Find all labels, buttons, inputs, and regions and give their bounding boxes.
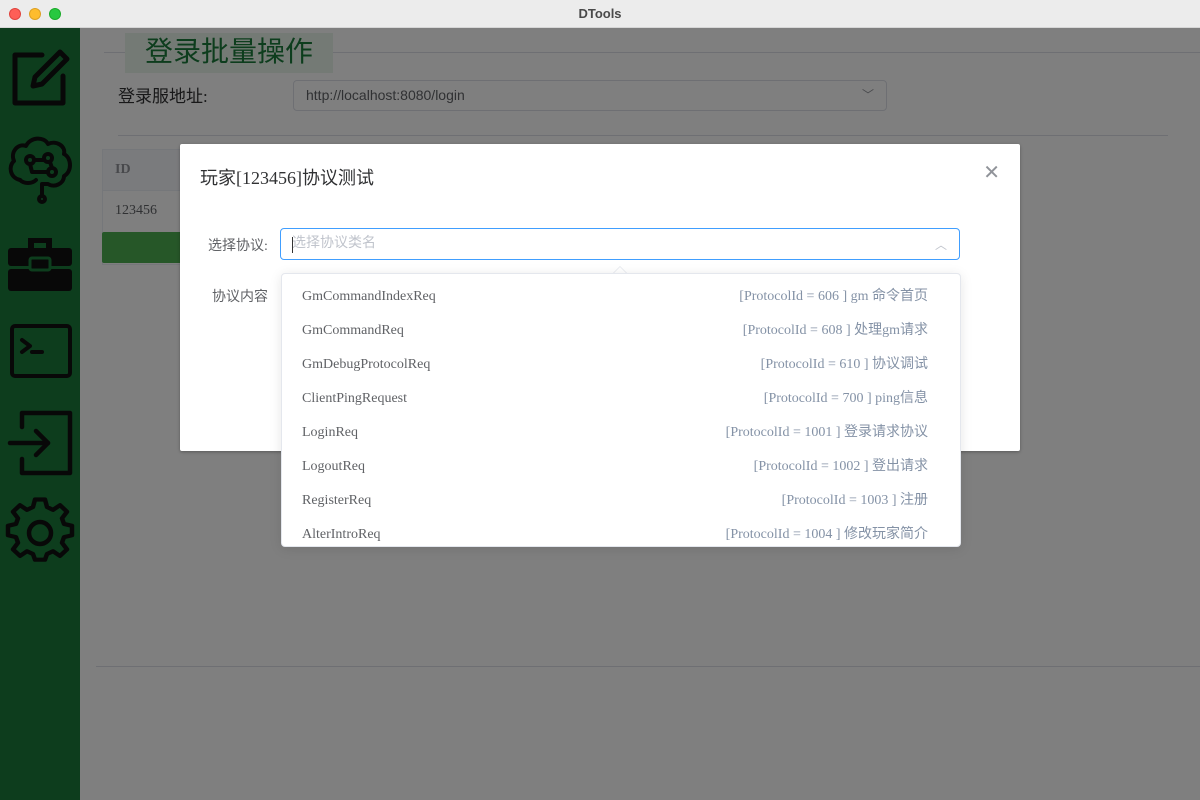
option-name: LogoutReq (302, 459, 365, 474)
option-desc: [ProtocolId = 1004 ] 修改玩家简介 (725, 527, 928, 542)
window-title: DTools (578, 6, 622, 21)
dropdown-option[interactable]: GmCommandIndexReq [ProtocolId = 606 ] gm… (282, 280, 960, 314)
protocol-label: 选择协议: (208, 239, 268, 254)
dropdown-option[interactable]: LoginReq [ProtocolId = 1001 ] 登录请求协议 (282, 416, 960, 450)
option-desc: [ProtocolId = 610 ] 协议调试 (760, 357, 928, 372)
option-name: GmCommandReq (302, 323, 404, 338)
dialog-title: 玩家[123456]协议测试 (200, 168, 374, 188)
option-desc: [ProtocolId = 1003 ] 注册 (781, 493, 928, 508)
text-cursor (292, 237, 293, 253)
dropdown-option[interactable]: RegisterReq [ProtocolId = 1003 ] 注册 (282, 484, 960, 518)
option-desc: [ProtocolId = 606 ] gm 命令首页 (739, 289, 928, 304)
dropdown-option[interactable]: LogoutReq [ProtocolId = 1002 ] 登出请求 (282, 450, 960, 484)
option-desc: [ProtocolId = 608 ] 处理gm请求 (742, 323, 928, 338)
dropdown-option[interactable]: GmDebugProtocolReq [ProtocolId = 610 ] 协… (282, 348, 960, 382)
dropdown-option[interactable]: ClientPingRequest [ProtocolId = 700 ] pi… (282, 382, 960, 416)
option-desc: [ProtocolId = 700 ] ping信息 (763, 391, 928, 406)
title-bar: DTools (0, 0, 1200, 28)
option-name: AlterIntroReq (302, 527, 381, 542)
option-name: GmCommandIndexReq (302, 289, 436, 304)
dropdown-option[interactable]: AlterIntroReq [ProtocolId = 1004 ] 修改玩家简… (282, 518, 960, 546)
protocol-content-label: 协议内容 (212, 290, 268, 305)
protocol-dropdown: GmCommandIndexReq [ProtocolId = 606 ] gm… (281, 273, 961, 547)
protocol-search-input[interactable] (281, 229, 912, 259)
dropdown-option[interactable]: GmCommandReq [ProtocolId = 608 ] 处理gm请求 (282, 314, 960, 348)
option-name: GmDebugProtocolReq (302, 357, 431, 372)
option-desc: [ProtocolId = 1001 ] 登录请求协议 (725, 425, 928, 440)
option-name: LoginReq (302, 425, 358, 440)
close-icon[interactable]: ✕ (983, 160, 1000, 184)
option-name: ClientPingRequest (302, 391, 407, 406)
protocol-select[interactable]: ︿ (280, 228, 960, 260)
chevron-up-icon: ︿ (934, 238, 947, 252)
option-desc: [ProtocolId = 1002 ] 登出请求 (753, 459, 928, 474)
option-name: RegisterReq (302, 493, 372, 508)
